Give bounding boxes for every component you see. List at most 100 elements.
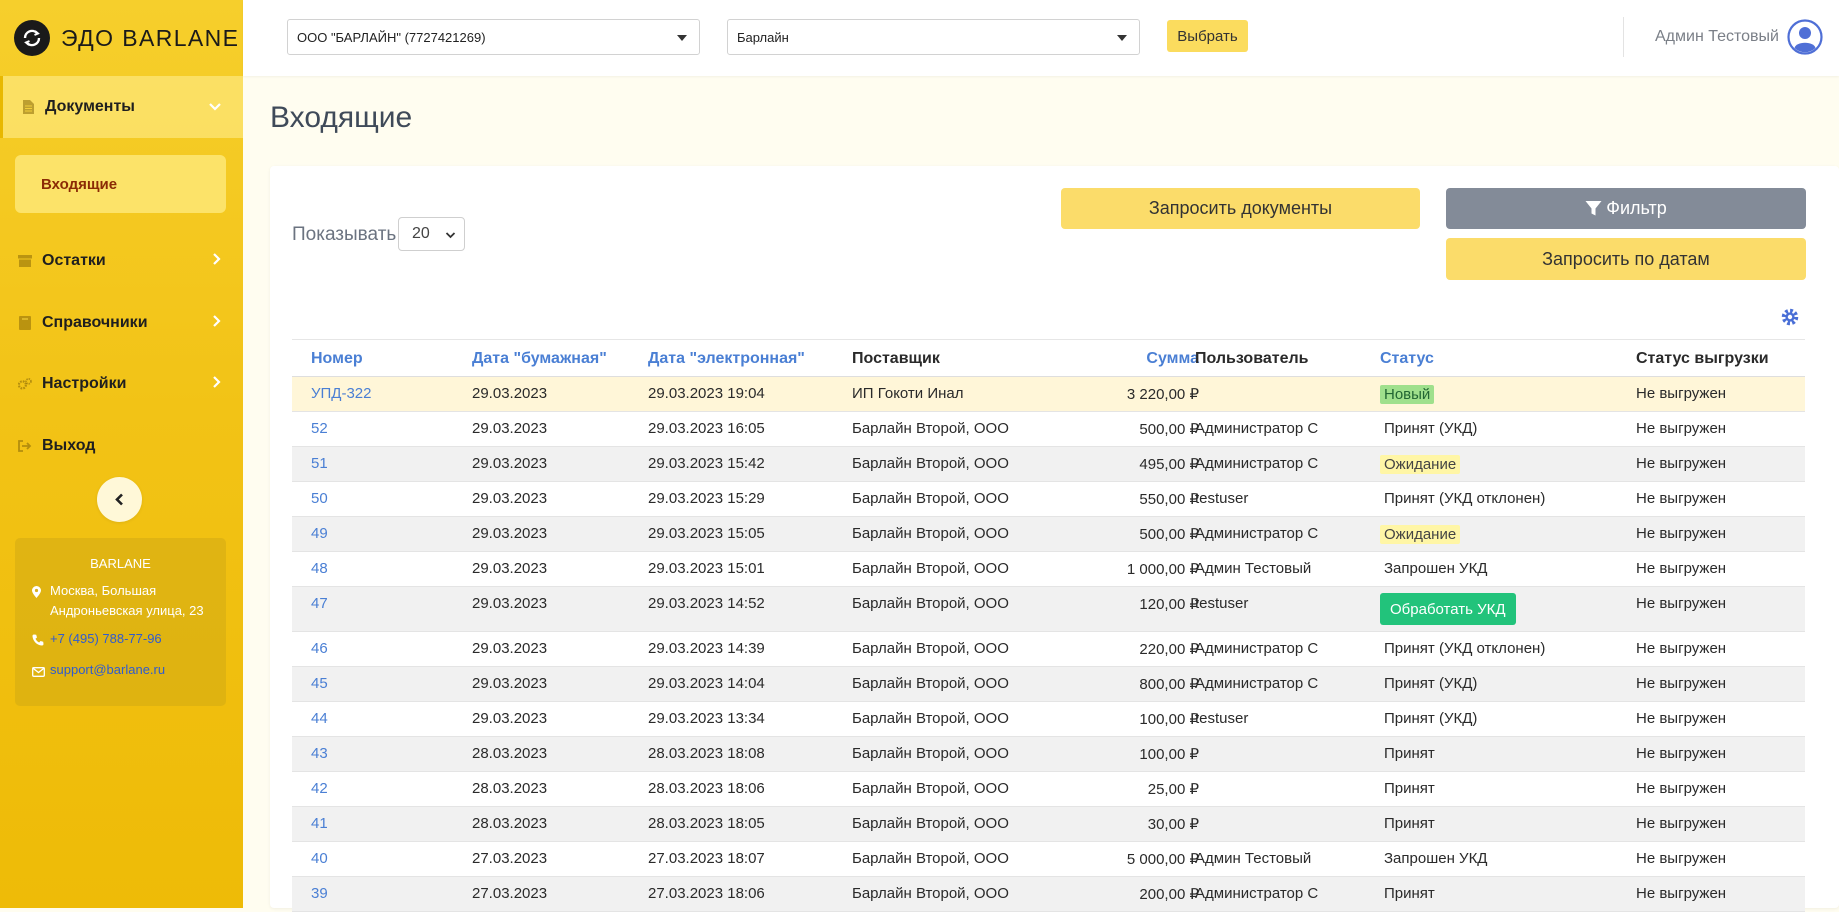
table-row[interactable]: 40 27.03.2023 27.03.2023 18:07 Барлайн Втор… [292, 842, 1805, 877]
supplier-cell: Барлайн Второй, ООО [852, 640, 1009, 657]
supplier-cell: Барлайн Второй, ООО [852, 525, 1009, 542]
supplier-cell: Барлайн Второй, ООО [852, 420, 1009, 437]
table-row[interactable]: 48 29.03.2023 29.03.2023 15:01 Барлайн Втор… [292, 552, 1805, 587]
store-select[interactable]: Барлайн [727, 19, 1140, 55]
contact-address-row: Москва, Большая Андроньевская улица, 23 [32, 581, 209, 621]
sum-cell: 100,00 ₽ [1139, 711, 1199, 728]
user-avatar-icon[interactable] [1787, 19, 1823, 60]
column-header-status[interactable]: Статус [1380, 350, 1434, 368]
document-number-link[interactable]: 50 [311, 490, 328, 507]
table-row[interactable]: 47 29.03.2023 29.03.2023 14:52 Барлайн Втор… [292, 587, 1805, 632]
filter-button-label: Фильтр [1606, 198, 1667, 218]
column-header-supplier: Поставщик [852, 350, 940, 367]
document-number-link[interactable]: 45 [311, 675, 328, 692]
user-cell: Админ Тестовый [1195, 850, 1312, 867]
nav-item-references[interactable]: Справочники [0, 298, 243, 348]
column-header-sum[interactable]: Сумма [1137, 350, 1199, 368]
export-status-cell: Не выгружен [1636, 850, 1727, 867]
organization-select[interactable]: ООО "БАРЛАЙН" (7727421269) [287, 19, 700, 55]
supplier-cell: Барлайн Второй, ООО [852, 675, 1009, 692]
table-row[interactable]: 44 29.03.2023 29.03.2023 13:34 Барлайн Втор… [292, 702, 1805, 737]
document-number-link[interactable]: 44 [311, 710, 328, 727]
e-date-cell: 27.03.2023 18:06 [648, 885, 765, 902]
page-size-select[interactable]: 20 [398, 217, 465, 251]
table-row[interactable]: 39 27.03.2023 27.03.2023 18:06 Барлайн Втор… [292, 877, 1805, 912]
user-cell: testuser [1195, 595, 1249, 612]
e-date-cell: 29.03.2023 19:04 [648, 385, 765, 402]
column-header-paper-date[interactable]: Дата "бумажная" [472, 350, 607, 368]
document-number-link[interactable]: 52 [311, 420, 328, 437]
gear-icon[interactable] [1781, 308, 1799, 331]
table-row[interactable]: 42 28.03.2023 28.03.2023 18:06 Барлайн Втор… [292, 772, 1805, 807]
table-row[interactable]: 45 29.03.2023 29.03.2023 14:04 Барлайн Втор… [292, 667, 1805, 702]
user-cell: Администратор С [1195, 640, 1319, 657]
table-row[interactable]: 51 29.03.2023 29.03.2023 15:42 Барлайн Втор… [292, 447, 1805, 482]
brand[interactable]: ЭДО BARLANE [0, 0, 243, 76]
contact-email-link[interactable]: support@barlane.ru [50, 660, 165, 680]
document-number-link[interactable]: 49 [311, 525, 328, 542]
brand-logo-icon [14, 20, 50, 56]
sum-cell: 1 000,00 ₽ [1126, 561, 1199, 578]
process-ukd-button[interactable]: Обработать УКД [1380, 593, 1516, 625]
filter-icon [1585, 201, 1602, 216]
e-date-cell: 29.03.2023 14:04 [648, 675, 765, 692]
request-by-dates-button[interactable]: Запросить по датам [1446, 238, 1806, 280]
export-status-cell: Не выгружен [1636, 710, 1727, 727]
status-cell: Принят [1384, 885, 1435, 902]
sidebar: ЭДО BARLANE Документы Входящие Остатки С… [0, 0, 243, 908]
paper-date-cell: 29.03.2023 [472, 420, 548, 437]
table-row[interactable]: 41 28.03.2023 28.03.2023 18:05 Барлайн Втор… [292, 807, 1805, 842]
paper-date-cell: 28.03.2023 [472, 745, 548, 762]
nav-item-label: Остатки [42, 252, 106, 269]
user-name[interactable]: Админ Тестовый [1655, 28, 1779, 46]
sum-cell: 500,00 ₽ [1139, 526, 1199, 543]
paper-date-cell: 29.03.2023 [472, 385, 548, 402]
document-number-link[interactable]: 41 [311, 815, 328, 832]
e-date-cell: 28.03.2023 18:05 [648, 815, 765, 832]
table-row[interactable]: 46 29.03.2023 29.03.2023 14:39 Барлайн Втор… [292, 632, 1805, 667]
nav-item-settings[interactable]: Настройки [0, 359, 243, 409]
contact-phone-row: +7 (495) 788-77-96 [32, 629, 209, 652]
document-number-link[interactable]: 46 [311, 640, 328, 657]
collapse-sidebar-button[interactable] [97, 477, 142, 522]
e-date-cell: 29.03.2023 15:42 [648, 455, 765, 472]
user-cell: testuser [1195, 710, 1249, 727]
document-number-link[interactable]: 40 [311, 850, 328, 867]
nav-item-stock[interactable]: Остатки [0, 236, 243, 286]
document-number-link[interactable]: 48 [311, 560, 328, 577]
brand-name: ЭДО BARLANE [61, 24, 240, 51]
choose-button[interactable]: Выбрать [1167, 20, 1248, 52]
filter-button[interactable]: Фильтр [1446, 188, 1806, 229]
supplier-cell: Барлайн Второй, ООО [852, 490, 1009, 507]
table-row[interactable]: 43 28.03.2023 28.03.2023 18:08 Барлайн Втор… [292, 737, 1805, 772]
contact-title: BARLANE [90, 556, 151, 571]
nav-documents-label: Документы [45, 98, 135, 115]
page-size-value: 20 [412, 225, 430, 242]
column-header-number[interactable]: Номер [311, 350, 363, 368]
document-number-link[interactable]: 39 [311, 885, 328, 902]
document-number-link[interactable]: 42 [311, 780, 328, 797]
user-cell: Админ Тестовый [1195, 560, 1312, 577]
nav-item-logout[interactable]: Выход [0, 421, 243, 471]
export-status-cell: Не выгружен [1636, 885, 1727, 902]
document-number-link[interactable]: УПД-322 [311, 385, 372, 402]
request-documents-button[interactable]: Запросить документы [1061, 188, 1420, 229]
contact-phone-link[interactable]: +7 (495) 788-77-96 [50, 629, 162, 649]
document-number-link[interactable]: 51 [311, 455, 328, 472]
document-icon [21, 100, 35, 114]
table-row[interactable]: УПД-322 29.03.2023 29.03.2023 19:04 ИП Гоко… [292, 377, 1805, 412]
sum-cell: 30,00 ₽ [1147, 816, 1199, 833]
subnav-incoming[interactable]: Входящие [15, 155, 226, 213]
document-number-link[interactable]: 47 [311, 595, 328, 612]
document-number-link[interactable]: 43 [311, 745, 328, 762]
status-cell: Ожидание [1380, 525, 1461, 544]
nav-documents[interactable]: Документы [0, 76, 243, 138]
column-header-e-date[interactable]: Дата "электронная" [648, 350, 805, 368]
supplier-cell: Барлайн Второй, ООО [852, 780, 1009, 797]
table-row[interactable]: 49 29.03.2023 29.03.2023 15:05 Барлайн Втор… [292, 517, 1805, 552]
table-row[interactable]: 52 29.03.2023 29.03.2023 16:05 Барлайн Втор… [292, 412, 1805, 447]
status-cell: Принят (УКД) [1384, 710, 1478, 727]
e-date-cell: 29.03.2023 15:29 [648, 490, 765, 507]
chevron-down-icon [445, 228, 456, 246]
table-row[interactable]: 50 29.03.2023 29.03.2023 15:29 Барлайн Втор… [292, 482, 1805, 517]
